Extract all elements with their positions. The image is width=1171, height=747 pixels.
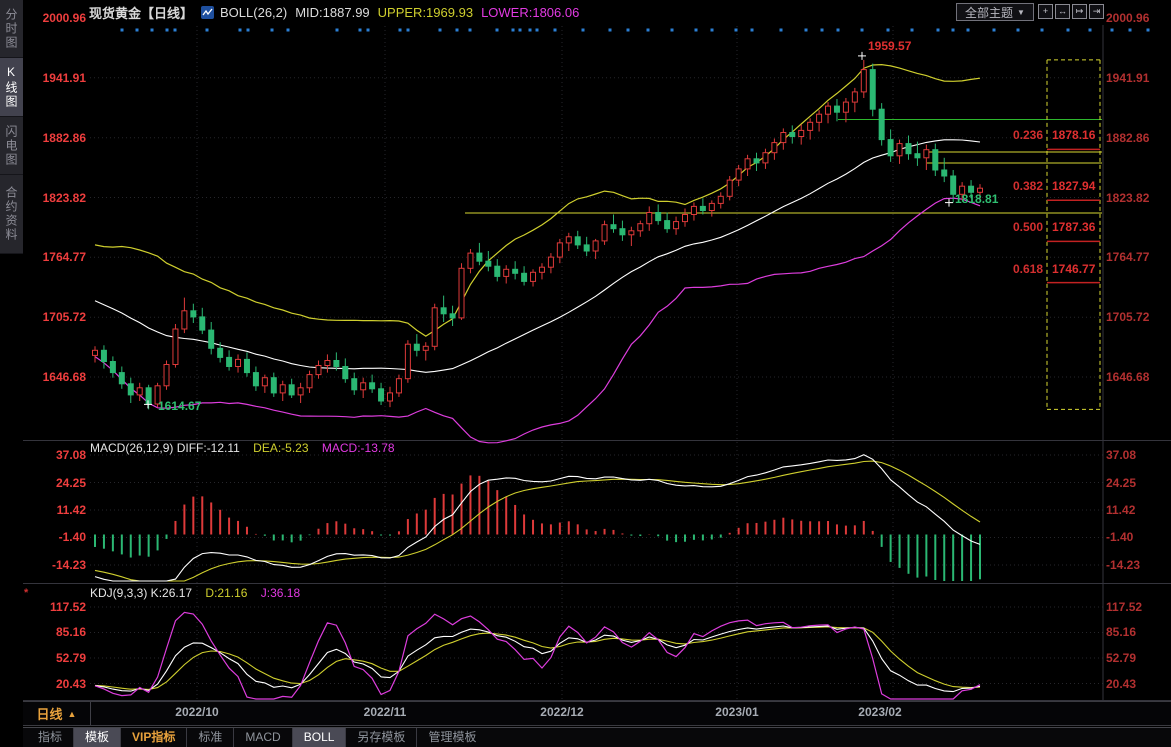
date-axis-label: 2023/01 <box>705 705 769 719</box>
price-axis-label-right: 1764.77 <box>1106 250 1149 264</box>
tab-MACD[interactable]: MACD <box>233 728 291 747</box>
kdj-axis-label-right: 52.79 <box>1106 651 1136 665</box>
price-axis-label-left: 1823.82 <box>30 191 86 205</box>
period-selector[interactable]: 日线 ▲ <box>23 702 91 725</box>
labels-overlay: 2000.96 2000.96 1941.91 1941.91 1882.86 1882.… <box>0 0 1171 747</box>
tab-VIP指标[interactable]: VIP指标 <box>120 728 186 747</box>
price-axis-label-right: 2000.96 <box>1106 11 1149 25</box>
tab-指标[interactable]: 指标 <box>27 728 73 747</box>
price-axis-label-left: 1705.72 <box>30 310 86 324</box>
price-axis-label-right: 1882.86 <box>1106 131 1149 145</box>
period-label: 日线 <box>37 704 63 723</box>
date-axis-label: 2022/12 <box>530 705 594 719</box>
price-axis-label-right: 1646.68 <box>1106 370 1149 384</box>
price-axis-label-left: 1764.77 <box>30 250 86 264</box>
tab-标准[interactable]: 标准 <box>186 728 233 747</box>
macd-axis-label-right: -1.40 <box>1106 530 1133 544</box>
date-axis-label: 2022/10 <box>165 705 229 719</box>
fib-ratio-label: 0.500 <box>1001 220 1043 234</box>
price-axis-label-left: 1882.86 <box>30 131 86 145</box>
tab-管理模板[interactable]: 管理模板 <box>416 728 487 747</box>
price-axis-label-left: 1646.68 <box>30 370 86 384</box>
macd-axis-label-left: 11.42 <box>30 503 86 517</box>
macd-axis-label-left: 37.08 <box>30 448 86 462</box>
date-axis-bar: 日线 ▲ 2022/10 2022/11 2022/12 2023/01 2023/02 <box>23 701 1171 726</box>
price-axis-label-right: 1823.82 <box>1106 191 1149 205</box>
bottom-tab-bar: 指标模板VIP指标标准MACDBOLL另存模板管理模板 <box>23 727 1171 747</box>
price-annotation-label: 1614.67 <box>158 399 201 413</box>
macd-axis-label-right: 24.25 <box>1106 476 1136 490</box>
kdj-axis-label-right: 85.16 <box>1106 625 1136 639</box>
kdj-axis-label-right: 20.43 <box>1106 677 1136 691</box>
fib-price-label: 1827.94 <box>1052 179 1095 193</box>
triangle-up-icon: ▲ <box>68 709 77 719</box>
kdj-axis-label-right: 117.52 <box>1106 600 1142 614</box>
kdj-axis-label-left: 117.52 <box>30 600 86 614</box>
price-axis-label-left: 1941.91 <box>30 71 86 85</box>
date-axis-label: 2022/11 <box>353 705 417 719</box>
macd-axis-label-right: -14.23 <box>1106 558 1140 572</box>
kdj-axis-label-left: 20.43 <box>30 677 86 691</box>
tab-BOLL[interactable]: BOLL <box>292 728 346 747</box>
fib-ratio-label: 0.618 <box>1001 262 1043 276</box>
fib-price-label: 1787.36 <box>1052 220 1095 234</box>
date-axis-label: 2023/02 <box>848 705 912 719</box>
macd-axis-label-left: -14.23 <box>30 558 86 572</box>
macd-axis-label-left: 24.25 <box>30 476 86 490</box>
tab-另存模板[interactable]: 另存模板 <box>345 728 416 747</box>
price-axis-label-right: 1941.91 <box>1106 71 1149 85</box>
macd-axis-label-left: -1.40 <box>30 530 86 544</box>
price-axis-label-right: 1705.72 <box>1106 310 1149 324</box>
price-annotation-label: 1818.81 <box>955 192 998 206</box>
fib-ratio-label: 0.236 <box>1001 128 1043 142</box>
macd-axis-label-right: 37.08 <box>1106 448 1136 462</box>
fib-ratio-label: 0.382 <box>1001 179 1043 193</box>
fib-price-label: 1878.16 <box>1052 128 1095 142</box>
fib-price-label: 1746.77 <box>1052 262 1095 276</box>
price-axis-label-left: 2000.96 <box>30 11 86 25</box>
price-annotation-label: 1959.57 <box>868 39 911 53</box>
macd-axis-label-right: 11.42 <box>1106 503 1135 517</box>
tab-模板[interactable]: 模板 <box>73 728 120 747</box>
trading-app-window: 分时图 K线图 闪电图 合约资料 现货黄金【日线】 BOLL(26,2) MID… <box>0 0 1171 747</box>
kdj-axis-label-left: 52.79 <box>30 651 86 665</box>
kdj-axis-label-left: 85.16 <box>30 625 86 639</box>
